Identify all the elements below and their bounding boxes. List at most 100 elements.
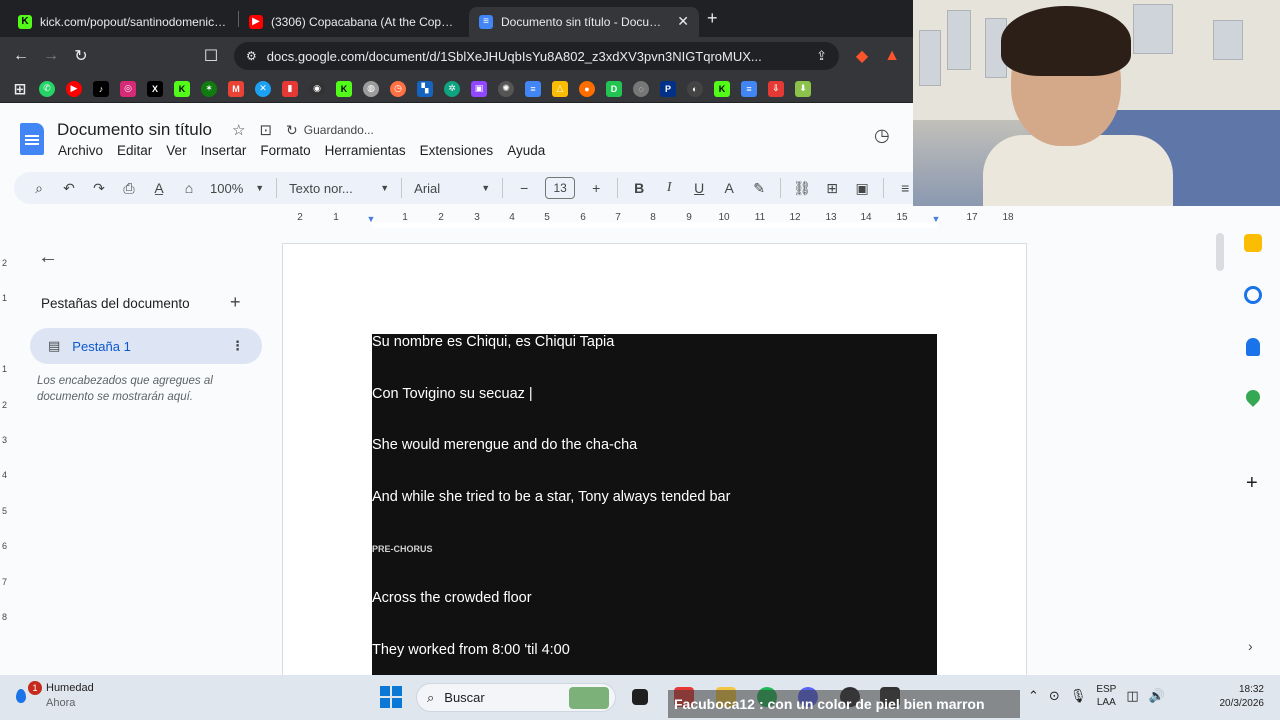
kick-icon[interactable]: K <box>714 80 730 97</box>
taskbar-search-input[interactable]: ⌕ Buscar <box>416 683 616 712</box>
redo-icon[interactable]: ↷ <box>90 180 108 197</box>
language-indicator[interactable]: ESP LAA <box>1096 683 1116 709</box>
arrow-down-icon[interactable]: ⬇ <box>795 80 811 97</box>
add-tab-icon[interactable]: + <box>230 292 241 313</box>
zoom-select[interactable]: 100% ▼ <box>210 181 264 196</box>
font-select[interactable]: Arial ▼ <box>414 181 490 196</box>
x-icon[interactable]: X <box>147 80 163 97</box>
menu-ayuda[interactable]: Ayuda <box>507 143 545 158</box>
move-folder-icon[interactable]: ⊡ <box>259 121 272 139</box>
openai-icon[interactable]: ✲ <box>444 80 460 97</box>
arrow-left-icon[interactable]: ← <box>38 246 58 269</box>
undo-icon[interactable]: ↶ <box>60 180 78 197</box>
blocks-icon[interactable]: ▚ <box>417 80 433 97</box>
gmail-icon[interactable]: M <box>228 80 244 97</box>
kick-icon[interactable]: K <box>336 80 352 97</box>
maps-icon[interactable] <box>1243 387 1263 407</box>
text-color-icon[interactable]: A <box>720 180 738 196</box>
browser-tab-docs[interactable]: ≡ Documento sin título - Documen ✕ <box>469 6 699 37</box>
menu-extensiones[interactable]: Extensiones <box>420 143 494 158</box>
clock-app-icon[interactable]: ◷ <box>390 80 406 97</box>
drive-icon[interactable]: △ <box>552 80 568 97</box>
docs-icon[interactable]: ≡ <box>741 80 757 97</box>
menu-formato[interactable]: Formato <box>260 143 310 158</box>
bold-icon[interactable]: B <box>630 180 648 196</box>
whatsapp-icon[interactable]: ✆ <box>39 80 55 97</box>
horizontal-ruler[interactable]: 2 1 ▼ 1 2 3 4 5 6 7 8 9 10 11 12 13 14 1… <box>282 210 1027 228</box>
share-icon[interactable]: ⇪ <box>816 48 827 64</box>
spellcheck-icon[interactable]: A̲ <box>150 180 168 196</box>
decrease-font-size-icon[interactable]: − <box>515 180 533 196</box>
style-select[interactable]: Texto nor... ▼ <box>289 181 389 196</box>
youtube-icon[interactable]: ▶ <box>66 80 82 97</box>
chatgpt-icon[interactable]: ✺ <box>498 80 514 97</box>
docs-icon[interactable]: ≡ <box>525 80 541 97</box>
increase-font-size-icon[interactable]: + <box>587 180 605 196</box>
back-icon[interactable]: ← <box>8 43 34 69</box>
tiktok-icon[interactable]: ♪ <box>93 80 109 97</box>
star-icon[interactable]: ☆ <box>232 121 245 139</box>
left-indent-marker-icon[interactable]: ▼ <box>367 214 376 224</box>
forward-icon[interactable]: → <box>38 43 64 69</box>
menu-archivo[interactable]: Archivo <box>58 143 103 158</box>
highlight-icon[interactable]: ✎ <box>750 180 768 197</box>
close-tab-icon[interactable]: ✕ <box>677 13 689 30</box>
italic-icon[interactable]: I <box>660 180 678 196</box>
kick-icon[interactable]: K <box>174 80 190 97</box>
keep-icon[interactable] <box>1244 234 1262 252</box>
weather-widget[interactable]: 1 Humedad Ahora <box>14 681 94 711</box>
page-scrollbar[interactable] <box>1216 233 1224 271</box>
align-icon[interactable]: ≡ <box>896 180 914 196</box>
wifi-icon[interactable]: ◫ <box>1126 688 1138 704</box>
reload-icon[interactable]: ↻ <box>68 43 94 69</box>
record-icon[interactable]: ● <box>579 80 595 97</box>
bookmark-icon[interactable]: ☐ <box>198 43 224 69</box>
apps-grid-icon[interactable]: ⊞ <box>12 81 28 98</box>
chevron-up-icon[interactable]: ⌃ <box>1028 688 1039 704</box>
right-indent-marker-icon[interactable]: ▼ <box>932 214 941 224</box>
xbox-icon[interactable]: ✶ <box>201 80 217 97</box>
contacts-icon[interactable] <box>1246 338 1260 356</box>
browser-tab-kick[interactable]: K kick.com/popout/santinodomenichini <box>8 7 238 37</box>
translate-icon[interactable]: ✕ <box>255 80 271 97</box>
dlive-icon[interactable]: D <box>606 80 622 97</box>
download-icon[interactable]: ⇩ <box>768 80 784 97</box>
menu-herramientas[interactable]: Herramientas <box>325 143 406 158</box>
lyrics-text-block[interactable]: Su nombre es Chiqui, es Chiqui Tapia Con… <box>372 334 937 684</box>
github-icon[interactable]: ◉ <box>309 80 325 97</box>
brave-shield-icon[interactable]: ◆ <box>849 43 875 69</box>
instagram-icon[interactable]: ◎ <box>120 80 136 97</box>
more-options-icon[interactable]: ⋮ <box>231 338 244 354</box>
get-addons-icon[interactable]: + <box>1246 472 1258 495</box>
browser-tab-youtube[interactable]: ▶ (3306) Copacabana (At the Copa) (Lo <box>239 7 469 37</box>
volume-icon[interactable]: 🔊 <box>1149 688 1165 704</box>
twitch-icon[interactable]: ▣ <box>471 80 487 97</box>
print-icon[interactable]: ⎙ <box>120 180 138 197</box>
vertical-ruler[interactable]: 2 1 1 2 3 4 5 6 7 8 <box>0 228 14 678</box>
menu-editar[interactable]: Editar <box>117 143 152 158</box>
pinterest-icon[interactable]: ◍ <box>363 80 379 97</box>
sidebar-item-pestana-1[interactable]: ▤ Pestaña 1 ⋮ <box>30 328 262 364</box>
font-size-input[interactable]: 13 <box>545 177 576 199</box>
windows-start-icon[interactable] <box>380 686 402 708</box>
disk-icon[interactable]: ◐ <box>687 80 703 97</box>
network-monitor-icon[interactable]: ⊙ <box>1049 688 1060 704</box>
paypal-icon[interactable]: P <box>660 80 676 97</box>
insert-link-icon[interactable]: ⛓ <box>793 180 811 197</box>
globe-icon[interactable]: ◌ <box>633 80 649 97</box>
url-field[interactable]: ⚙ docs.google.com/document/d/1SblXeJHUqb… <box>234 42 839 70</box>
document-title[interactable]: Documento sin título <box>57 120 212 140</box>
document-page[interactable]: Su nombre es Chiqui, es Chiqui Tapia Con… <box>282 243 1027 684</box>
insert-image-icon[interactable]: ▣ <box>853 180 871 197</box>
new-tab-button[interactable]: + <box>707 8 718 29</box>
site-settings-icon[interactable]: ⚙ <box>246 49 257 63</box>
add-comment-icon[interactable]: ⊞ <box>823 180 841 197</box>
underline-icon[interactable]: U <box>690 180 708 196</box>
docs-logo-icon[interactable] <box>20 123 44 155</box>
menu-ver[interactable]: Ver <box>166 143 186 158</box>
paint-format-icon[interactable]: ⌂ <box>180 180 198 196</box>
search-menus-icon[interactable]: ⌕ <box>30 180 48 197</box>
brave-rewards-icon[interactable]: ▲ <box>879 43 905 69</box>
menu-insertar[interactable]: Insertar <box>201 143 247 158</box>
microphone-icon[interactable]: 🎙 <box>1070 688 1087 704</box>
